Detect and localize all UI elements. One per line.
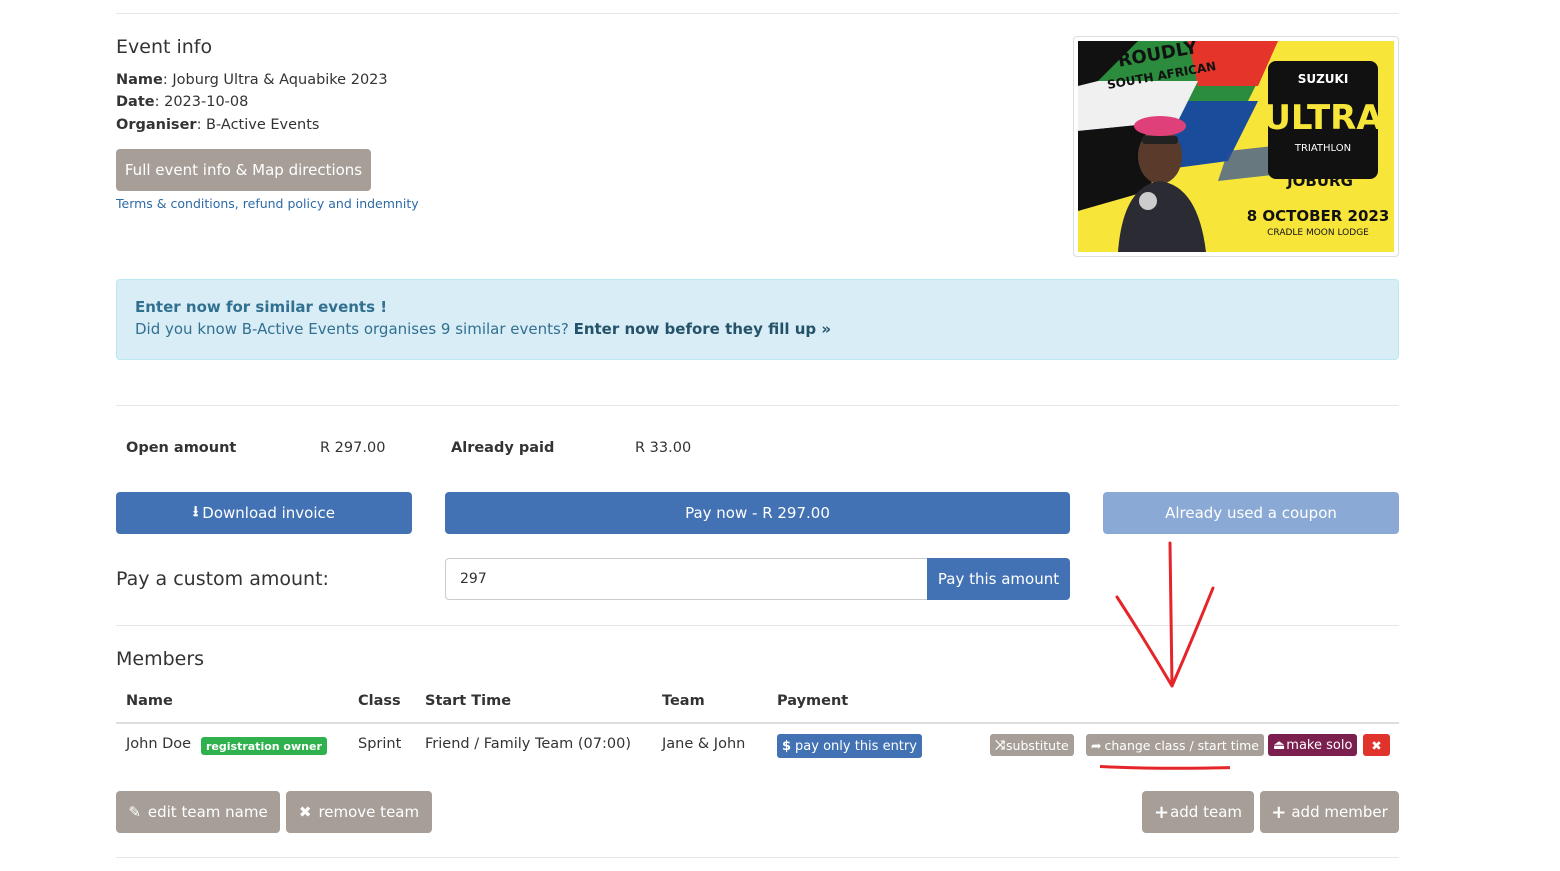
already-paid-label: Already paid: [451, 440, 555, 456]
custom-amount-label: Pay a custom amount:: [116, 568, 329, 590]
pay-now-button[interactable]: Pay now - R 297.00: [445, 492, 1070, 534]
similar-events-alert: Enter now for similar events ! Did you k…: [116, 279, 1399, 360]
x-icon: ✖: [298, 803, 312, 821]
plus-icon: +: [1271, 801, 1287, 823]
col-name: Name: [126, 693, 173, 709]
bottom-divider: [116, 857, 1399, 858]
col-payment: Payment: [777, 693, 849, 709]
event-date: Date: 2023-10-08: [116, 94, 248, 110]
download-invoice-label: Download invoice: [202, 504, 335, 522]
remove-team-button[interactable]: ✖ remove team: [286, 791, 432, 833]
pay-entry-label: pay only this entry: [795, 738, 917, 754]
annotation-arrow: [1100, 541, 1230, 770]
event-name-label: Name: [116, 72, 163, 88]
open-amount-value: R 297.00: [320, 440, 386, 456]
event-date-value: : 2023-10-08: [154, 94, 249, 110]
edit-icon: ✎: [128, 803, 141, 821]
banner-city: JOBURG: [1286, 172, 1353, 190]
shuffle-icon: ⤨: [995, 737, 1006, 752]
edit-team-name-button[interactable]: ✎ edit team name: [116, 791, 280, 833]
download-invoice-button[interactable]: ⭳ Download invoice: [116, 492, 412, 534]
member-team: Jane & John: [662, 736, 746, 752]
banner-venue: CRADLE MOON LODGE: [1267, 228, 1369, 238]
substitute-button[interactable]: ⤨ substitute: [990, 734, 1074, 756]
pay-this-amount-button[interactable]: Pay this amount: [927, 558, 1070, 600]
event-organiser: Organiser: B-Active Events: [116, 117, 319, 133]
make-solo-label: make solo: [1286, 737, 1353, 753]
banner-logo: ULTRA: [1263, 98, 1383, 138]
pay-entry-button[interactable]: $ pay only this entry: [777, 734, 922, 758]
col-start-time: Start Time: [425, 693, 512, 709]
event-date-label: Date: [116, 94, 155, 110]
event-organiser-label: Organiser: [116, 117, 197, 133]
add-team-button[interactable]: + add team: [1142, 791, 1254, 833]
full-event-info-button[interactable]: Full event info & Map directions: [116, 149, 371, 191]
top-divider: [116, 13, 1399, 14]
event-banner[interactable]: PROUDLY SOUTH AFRICAN SUZUKI ULTRA TRIAT…: [1073, 36, 1399, 257]
event-name: Name: Joburg Ultra & Aquabike 2023: [116, 72, 388, 88]
col-team: Team: [662, 693, 705, 709]
alert-link[interactable]: Enter now before they fill up »: [574, 320, 831, 338]
banner-sub: TRIATHLON: [1294, 143, 1351, 154]
coupon-button[interactable]: Already used a coupon: [1103, 492, 1399, 534]
member-class: Sprint: [358, 736, 402, 752]
already-paid-value: R 33.00: [635, 440, 692, 456]
event-organiser-value: : B-Active Events: [196, 117, 320, 133]
event-name-value: : Joburg Ultra & Aquabike 2023: [162, 72, 388, 88]
eject-icon: ⏏: [1273, 737, 1286, 753]
substitute-label: substitute: [1006, 737, 1069, 753]
close-icon: ✖: [1371, 737, 1382, 753]
terms-link[interactable]: Terms & conditions, refund policy and in…: [116, 196, 419, 211]
banner-date: 8 OCTOBER 2023: [1247, 207, 1390, 225]
dollar-icon: $: [782, 738, 792, 754]
alert-text: Did you know B-Active Events organises 9…: [135, 320, 1380, 338]
alert-title: Enter now for similar events !: [135, 298, 388, 316]
member-name: John Doe: [126, 736, 192, 752]
edit-team-label: edit team name: [147, 803, 268, 821]
payment-divider: [116, 405, 1399, 406]
event-info-heading: Event info: [116, 36, 213, 58]
download-icon: ⭳: [193, 501, 199, 520]
delete-member-button[interactable]: ✖: [1363, 734, 1390, 756]
add-team-label: add team: [1170, 803, 1242, 821]
event-banner-image: PROUDLY SOUTH AFRICAN SUZUKI ULTRA TRIAT…: [1078, 37, 1394, 252]
member-start-time: Friend / Family Team (07:00): [425, 736, 631, 752]
registration-owner-badge: registration owner: [201, 737, 327, 755]
custom-amount-input[interactable]: [445, 558, 928, 600]
plus-icon: +: [1153, 801, 1170, 823]
open-amount-label: Open amount: [126, 440, 237, 456]
members-heading: Members: [116, 648, 205, 670]
add-member-label: add member: [1291, 803, 1388, 821]
banner-brand: SUZUKI: [1298, 72, 1349, 86]
col-class: Class: [358, 693, 401, 709]
make-solo-button[interactable]: ⏏ make solo: [1268, 734, 1358, 756]
alert-text-body: Did you know B-Active Events organises 9…: [135, 320, 574, 338]
add-member-button[interactable]: + add member: [1260, 791, 1399, 833]
remove-team-label: remove team: [318, 803, 420, 821]
